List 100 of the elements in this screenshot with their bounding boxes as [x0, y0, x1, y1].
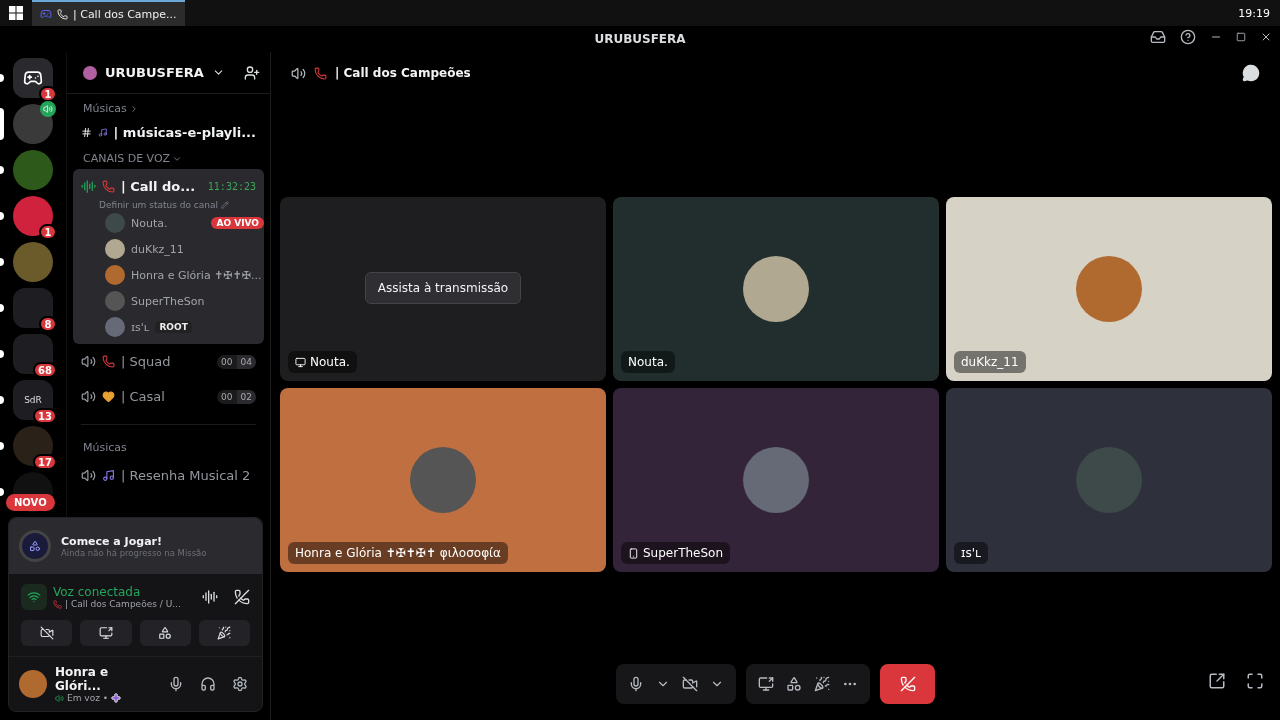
participant-tile[interactable]: ɪs'ʟ — [946, 388, 1272, 572]
screen-share-icon — [98, 626, 113, 640]
phone-icon — [102, 180, 115, 193]
notification-badge: 17 — [33, 454, 57, 470]
camera-icon — [39, 626, 54, 640]
avatar — [105, 213, 125, 233]
notification-badge: 8 — [39, 316, 57, 332]
voice-channel[interactable]: | Squad 00 04 — [73, 344, 264, 379]
watch-stream-button[interactable]: Assista à transmissão — [364, 272, 522, 304]
category-header[interactable]: Músicas — [73, 435, 264, 458]
chat-icon[interactable] — [1242, 64, 1260, 82]
server-icon[interactable] — [13, 104, 53, 144]
voice-member[interactable]: ɪs'ʟ ROOT — [73, 314, 264, 340]
controller-icon — [23, 68, 43, 88]
monitor-icon — [295, 356, 306, 368]
taskbar-tab[interactable]: | Call dos Campe... — [32, 0, 185, 26]
voice-channel[interactable]: | Casal 00 02 — [73, 379, 264, 414]
participant-name: Honra e Glória ✝✠✝✠✝ φιλοσοφία — [288, 542, 509, 564]
camera-button[interactable] — [21, 620, 73, 646]
phone-icon — [314, 66, 327, 80]
window-title: URUBUSFERA — [594, 32, 686, 46]
server-icon[interactable] — [13, 426, 53, 466]
shapes-icon — [786, 676, 802, 692]
user-name: Honra e Glóri... — [55, 665, 110, 693]
phone-icon — [102, 355, 115, 368]
help-icon[interactable] — [1180, 29, 1196, 45]
heart-icon — [102, 390, 115, 403]
mic-icon — [628, 676, 644, 692]
participant-tile[interactable]: Honra e Glória ✝✠✝✠✝ φιλοσοφία — [280, 388, 606, 572]
new-badge: NOVO — [6, 494, 55, 511]
avatar — [105, 291, 125, 311]
party-popper-icon — [814, 676, 830, 692]
shapes-icon — [29, 540, 41, 552]
channel-status[interactable]: Definir um status do canal — [73, 200, 264, 210]
notification-badge: 68 — [33, 362, 57, 378]
voice-channel-name[interactable]: | Call dos Campeões / U... — [65, 599, 181, 609]
speaker-icon — [291, 65, 306, 81]
participant-tile[interactable]: Nouta. — [613, 197, 939, 381]
speaker-icon — [81, 389, 96, 404]
call-timer: 11:32:23 — [207, 181, 256, 192]
speaker-icon — [55, 693, 64, 703]
participant-name: duKkz_11 — [954, 351, 1026, 373]
category-header[interactable]: CANAIS DE VOZ — [73, 146, 264, 169]
signal-icon — [27, 590, 41, 604]
server-folder[interactable] — [13, 334, 53, 374]
activities-button[interactable] — [139, 620, 191, 646]
avatar — [105, 317, 125, 337]
user-avatar — [19, 670, 47, 698]
party-popper-icon — [217, 626, 232, 640]
voice-member[interactable]: Honra e Glória ✝✠✝✠... — [73, 262, 264, 288]
voice-status: Voz conectada — [53, 585, 142, 599]
stream-tile[interactable]: Assista à transmissão Nouta. — [280, 197, 606, 381]
phone-icon — [53, 599, 62, 609]
participant-tile[interactable]: duKkz_11 — [946, 197, 1272, 381]
app-icon — [40, 8, 52, 20]
clock: 19:19 — [1238, 6, 1270, 20]
headphones-icon — [200, 676, 216, 692]
maximize-icon[interactable] — [1236, 32, 1246, 42]
voice-member[interactable]: duKkz_11 — [73, 236, 264, 262]
hash-icon — [81, 125, 92, 140]
role-tag: ROOT — [155, 321, 192, 333]
hang-up-button[interactable] — [880, 664, 935, 704]
server-icon — [83, 65, 97, 80]
category-header[interactable]: Músicas — [73, 96, 264, 119]
folder-label: SdR — [24, 395, 42, 405]
settings-icon — [232, 676, 248, 692]
channel-title: | Call dos Campeões — [335, 66, 471, 80]
server-name[interactable]: URUBUSFERA — [105, 65, 204, 80]
disconnect-icon[interactable] — [234, 589, 250, 605]
camera-icon — [682, 676, 698, 692]
voice-channel[interactable]: | Call do... 11:32:23 Definir um status do canal Nouta. AO VIVO duKkz_11 Honra e Glória ✝✠✝✠... SuperTheSon ɪs'ʟ ROOT — [73, 169, 264, 344]
pencil-icon — [221, 201, 229, 209]
live-badge: AO VIVO — [211, 217, 264, 229]
participant-tile[interactable]: SuperTheSon — [613, 388, 939, 572]
server-folder[interactable] — [13, 288, 53, 328]
shapes-icon — [158, 626, 173, 640]
music-note-icon — [102, 469, 115, 482]
noise-suppression-icon[interactable] — [202, 589, 218, 605]
quest-card[interactable]: Comece a Jogar! Ainda não há progresso na Missão — [9, 518, 262, 574]
text-channel[interactable]: | músicas-e-playli... — [73, 119, 264, 146]
screen-share-button[interactable] — [80, 620, 132, 646]
participant-name: SuperTheSon — [621, 542, 731, 564]
phone-icon — [628, 547, 639, 559]
soundboard-button[interactable] — [198, 620, 250, 646]
music-note-icon — [98, 126, 108, 139]
notification-badge: 1 — [39, 86, 57, 102]
voice-channel[interactable]: | Resenha Musical 2 — [73, 458, 264, 493]
voice-member[interactable]: Nouta. AO VIVO — [73, 210, 264, 236]
home-button[interactable] — [13, 58, 53, 98]
windows-icon[interactable] — [9, 6, 23, 20]
speaker-icon — [81, 468, 96, 483]
close-icon[interactable] — [1260, 31, 1272, 43]
avatar — [105, 265, 125, 285]
voice-member[interactable]: SuperTheSon — [73, 288, 264, 314]
inbox-icon[interactable] — [1150, 29, 1166, 45]
pop-out-icon[interactable] — [1208, 672, 1226, 690]
fullscreen-icon[interactable] — [1246, 672, 1264, 690]
hang-up-icon — [899, 676, 916, 692]
add-user-icon[interactable] — [244, 64, 260, 81]
user-status: Em voz • — [67, 693, 109, 703]
